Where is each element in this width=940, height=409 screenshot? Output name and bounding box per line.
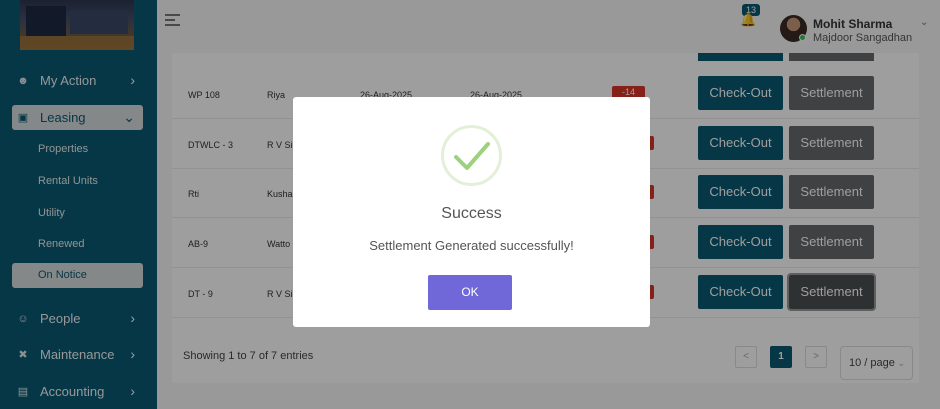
checkmark-icon [441,125,502,186]
dialog-message: Settlement Generated successfully! [369,238,574,253]
ok-button[interactable]: OK [428,275,512,310]
success-dialog: Success Settlement Generated successfull… [293,97,650,327]
dialog-title: Success [441,205,502,222]
